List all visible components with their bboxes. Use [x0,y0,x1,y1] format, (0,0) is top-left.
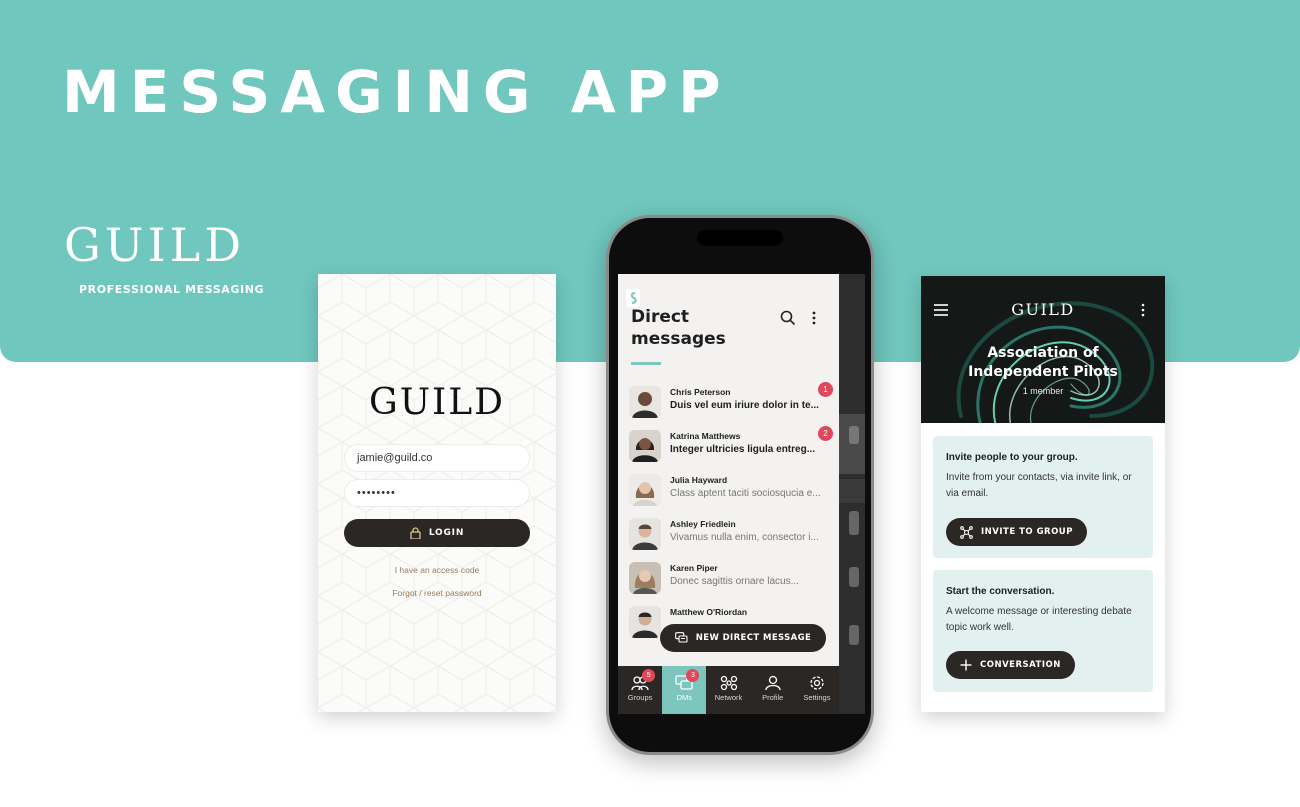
login-button[interactable]: LOGIN [344,519,530,547]
gear-icon [810,676,824,690]
group-hero: GUILD Association of Independent Pilots … [921,276,1165,423]
conversation-card-body: A welcome message or interesting debate … [946,606,1132,633]
group-name: Association of Independent Pilots [921,344,1165,382]
new-chat-icon [674,632,688,643]
search-icon[interactable] [780,310,796,326]
conversation-row[interactable]: Ashley Friedlein Vivamus nulla enim, con… [629,514,833,554]
message-preview: Donec sagittis ornare lacus... [670,576,799,587]
conversation-row[interactable]: Chris Peterson Duis vel eum iriure dolor… [629,382,833,422]
background-screen-peek [839,274,865,714]
avatar [629,562,661,594]
message-preview: Integer ultricies ligula entreg... [670,444,816,455]
login-screen: GUILD jamie@guild.co •••••••• LOGIN I ha… [318,274,556,712]
avatar [629,474,661,506]
peek-shapes [839,274,865,714]
profile-icon [765,675,781,691]
direct-messages-screen: Direct messages Chris Peterson Duis vel … [618,274,839,714]
invite-card-title: Invite people to your group. [946,452,1078,463]
bottom-tab-bar: Groups 5 DMs 3 Network Profile Settings [618,666,839,714]
message-preview: Duis vel eum iriure dolor in te... [670,400,819,411]
page-headline: MESSAGING APP [62,58,731,126]
tab-label: Network [714,693,743,702]
start-conversation-button[interactable]: CONVERSATION [946,651,1075,679]
network-icon [720,675,737,691]
tab-label: Settings [803,693,831,702]
invite-card-body: Invite from your contacts, via invite li… [946,472,1132,499]
tab-badge: 5 [642,669,656,682]
contact-name: Chris Peterson [670,387,731,397]
invite-network-icon [960,525,973,539]
invite-button-label: INVITE TO GROUP [981,527,1073,537]
conversation-row[interactable]: Julia Hayward Class aptent taciti socios… [629,470,833,510]
unread-badge: 1 [818,382,833,397]
contact-name: Ashley Friedlein [670,519,736,529]
message-preview: Vivamus nulla enim, consector i... [670,532,819,543]
contact-name: Katrina Matthews [670,431,741,441]
conversation-card-title: Start the conversation. [946,586,1055,597]
group-app-logo: GUILD [1011,300,1075,319]
login-logo: GUILD [368,382,506,423]
member-count: 1 member [1022,386,1064,396]
tab-settings[interactable]: Settings [795,666,839,714]
avatar [629,518,661,550]
avatar [629,430,661,462]
avatar [629,606,661,638]
contact-name: Karen Piper [670,563,718,573]
conversation-card: Start the conversation. A welcome messag… [933,570,1153,692]
app-mark-icon [626,289,640,307]
tab-label: Profile [762,693,784,702]
more-vertical-icon[interactable] [1139,303,1147,317]
avatar [629,386,661,418]
group-name-line1: Association of [987,345,1099,361]
brand-tagline: PROFESSIONAL MESSAGING [79,283,265,296]
password-field[interactable]: •••••••• [344,479,530,507]
tab-profile[interactable]: Profile [751,666,795,714]
login-button-label: LOGIN [428,528,465,538]
email-field[interactable]: jamie@guild.co [344,444,530,472]
new-dm-label: NEW DIRECT MESSAGE [695,633,812,643]
phone-notch [697,230,783,246]
plus-icon [960,659,972,671]
tab-network[interactable]: Network [706,666,750,714]
more-vertical-icon[interactable] [810,310,818,326]
message-preview: Class aptent taciti sociosqucia e... [670,488,821,499]
tab-label: DMs [676,693,693,702]
tab-label: Groups [627,693,653,702]
tab-dms[interactable]: DMs 3 [662,666,707,714]
page-title: Direct messages [631,307,726,349]
conversation-row[interactable]: Karen Piper Donec sagittis ornare lacus.… [629,558,833,598]
brand-logo: GUILD [64,218,246,272]
invite-to-group-button[interactable]: INVITE TO GROUP [946,518,1087,546]
group-screen: GUILD Association of Independent Pilots … [921,276,1165,712]
tab-badge: 3 [686,669,700,682]
unread-badge: 2 [818,426,833,441]
tab-groups[interactable]: Groups 5 [618,666,662,714]
access-code-link[interactable]: I have an access code [318,565,556,575]
contact-name: Matthew O'Riordan [670,607,748,617]
contact-name: Julia Hayward [670,475,728,485]
phone-mockup: Direct messages Chris Peterson Duis vel … [606,215,874,755]
lock-icon [410,527,421,539]
group-name-line2: Independent Pilots [968,364,1118,380]
conversation-row[interactable]: Katrina Matthews Integer ultricies ligul… [629,426,833,466]
conversation-button-label: CONVERSATION [980,660,1061,670]
invite-card: Invite people to your group. Invite from… [933,436,1153,558]
title-underline [631,362,661,365]
forgot-password-link[interactable]: Forgot / reset password [318,588,556,598]
new-direct-message-button[interactable]: NEW DIRECT MESSAGE [660,624,826,652]
